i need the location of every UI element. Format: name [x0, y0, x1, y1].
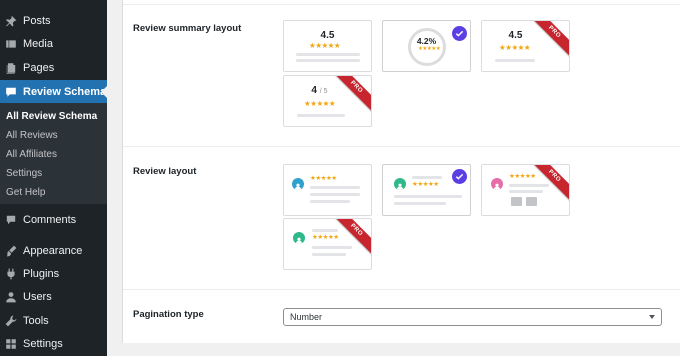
summary-score: 4.5 [320, 30, 335, 41]
placeholder-line [509, 184, 549, 187]
wrench-icon [5, 315, 17, 327]
menu-tools-label: Tools [23, 314, 49, 327]
avatar-icon [394, 178, 406, 190]
menu-tools[interactable]: Tools [0, 309, 107, 332]
placeholder-line [412, 176, 442, 179]
pagination-type-select[interactable]: Number [283, 308, 662, 326]
chevron-down-icon [649, 315, 655, 319]
menu-users[interactable]: Users [0, 285, 107, 308]
placeholder-line [296, 53, 360, 56]
placeholder-line [495, 59, 535, 62]
divider [123, 4, 680, 5]
placeholder-line [394, 202, 446, 205]
plug-icon [5, 268, 17, 280]
placeholder-line [394, 195, 462, 198]
menu-posts-label: Posts [23, 14, 51, 27]
menu-appearance[interactable]: Appearance [0, 239, 107, 262]
star-rating: ★★★★★ [309, 41, 341, 50]
menu-users-label: Users [23, 290, 52, 303]
review-schema-submenu: All Review Schema All Reviews All Affili… [0, 103, 107, 204]
placeholder-line [312, 229, 338, 232]
review-layout-option-3[interactable]: ★★★★★ PRO [481, 164, 570, 216]
menu-review-schema[interactable]: Review Schema [0, 80, 107, 103]
summary-layout-option-1[interactable]: 4.5 ★★★★★ [283, 20, 372, 72]
pagination-type-label: Pagination type [133, 309, 204, 320]
pin-icon [5, 15, 17, 27]
submenu-get-help[interactable]: Get Help [6, 187, 45, 198]
active-menu-arrow [101, 86, 107, 98]
submenu-all-reviews[interactable]: All Reviews [6, 130, 58, 141]
menu-review-schema-label: Review Schema [23, 85, 107, 98]
pagination-selected-value: Number [290, 312, 323, 322]
submenu-settings[interactable]: Settings [6, 168, 42, 179]
star-rating: ★★★★★ [312, 234, 339, 241]
placeholder-line [310, 193, 360, 196]
image-thumbnail-icon [526, 197, 537, 206]
star-rating: ★★★★★ [509, 173, 536, 180]
avatar-icon [293, 232, 305, 244]
media-icon [5, 38, 17, 50]
star-rating: ★★★★★ [418, 46, 441, 52]
admin-sidebar: Posts Media Pages Review Schema All Revi… [0, 0, 107, 356]
submenu-all-affiliates[interactable]: All Affiliates [6, 149, 57, 160]
review-layout-label: Review layout [133, 166, 197, 177]
review-summary-layout-label: Review summary layout [133, 23, 242, 34]
review-layout-option-4[interactable]: ★★★★★ PRO [283, 218, 372, 270]
divider [123, 289, 680, 290]
menu-plugins[interactable]: Plugins [0, 262, 107, 285]
avatar-icon [491, 178, 503, 190]
score-value: 4 [311, 85, 317, 96]
menu-pages-label: Pages [23, 61, 55, 74]
page-icon [5, 62, 17, 74]
menu-media[interactable]: Media [0, 32, 107, 55]
star-rating: ★★★★★ [310, 175, 337, 182]
image-thumbnail-icon [511, 197, 522, 206]
placeholder-line [310, 186, 360, 189]
menu-appearance-label: Appearance [23, 244, 83, 257]
menu-plugins-label: Plugins [23, 267, 60, 280]
brush-icon [5, 245, 17, 257]
summary-layout-option-3[interactable]: 4.5 ★★★★★ PRO [481, 20, 570, 72]
star-rating: ★★★★★ [412, 181, 439, 188]
selected-check-icon [452, 169, 467, 184]
settings-icon [5, 338, 17, 350]
placeholder-line [312, 253, 346, 256]
submenu-all-review-schema[interactable]: All Review Schema [6, 111, 97, 122]
menu-media-label: Media [23, 37, 53, 50]
avatar-icon [292, 178, 304, 190]
placeholder-line [312, 246, 352, 249]
score-max: / 5 [319, 88, 328, 95]
menu-pages[interactable]: Pages [0, 56, 107, 79]
star-rating: ★★★★★ [304, 99, 336, 108]
selected-check-icon [452, 26, 467, 41]
divider [123, 146, 680, 147]
placeholder-line [296, 59, 360, 62]
review-icon [5, 86, 17, 98]
settings-panel: Review summary layout 4.5 ★★★★★ 4.2% ★★★… [122, 0, 680, 343]
users-icon [5, 291, 17, 303]
review-layout-option-1[interactable]: ★★★★★ [283, 164, 372, 216]
placeholder-line [509, 190, 543, 193]
menu-settings[interactable]: Settings [0, 332, 107, 355]
menu-comments-label: Comments [23, 213, 77, 226]
star-rating: ★★★★★ [499, 43, 531, 52]
summary-layout-option-4[interactable]: 4 / 5 ★★★★★ PRO [283, 75, 372, 127]
comment-icon [5, 214, 17, 226]
menu-settings-label: Settings [23, 337, 63, 350]
menu-posts[interactable]: Posts [0, 9, 107, 32]
menu-comments[interactable]: Comments [0, 208, 107, 231]
placeholder-line [297, 114, 345, 117]
placeholder-line [310, 200, 350, 203]
